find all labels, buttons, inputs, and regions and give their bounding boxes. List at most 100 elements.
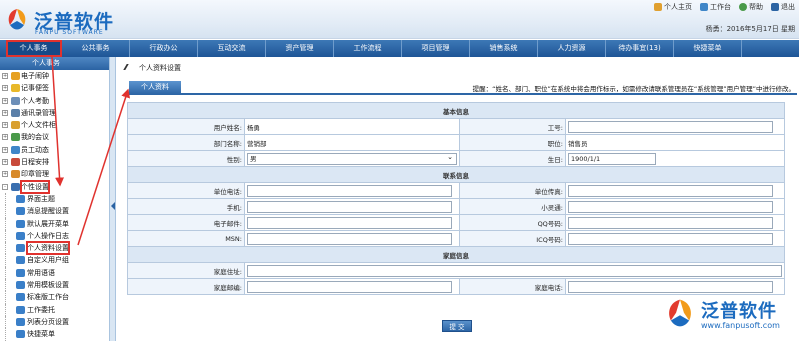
sidebar-splitter[interactable]	[110, 57, 116, 341]
expand-icon[interactable]: +	[2, 97, 8, 104]
home-addr-label: 家庭住址:	[127, 262, 245, 279]
expand-icon[interactable]: +	[2, 109, 8, 116]
nav-item[interactable]: 互动交流	[198, 40, 266, 57]
icq-field[interactable]	[568, 232, 773, 245]
tree-line	[5, 254, 6, 267]
sidebar-item[interactable]: + 电子闹钟	[0, 70, 109, 82]
birthday-label: 生日:	[459, 150, 566, 167]
sidebar-item[interactable]: + 个人文件柜	[0, 119, 109, 131]
msn-field[interactable]	[247, 232, 452, 245]
nav-item[interactable]: 人力资源	[538, 40, 606, 57]
breadcrumb: 个人资料设置	[123, 62, 181, 74]
menu-item-icon	[16, 330, 25, 339]
nav-item[interactable]: 快捷菜单	[674, 40, 742, 57]
birthday-field[interactable]: 1900/1/1	[568, 152, 656, 165]
sidebar-item[interactable]: + 通讯录管理	[0, 107, 109, 119]
home-zip-field[interactable]	[247, 280, 452, 293]
nav-item[interactable]: 待办事宜(13)	[606, 40, 674, 57]
sidebar-item[interactable]: 工作委托	[0, 303, 109, 316]
sidebar-item[interactable]: 常用模板设置	[0, 279, 109, 292]
sidebar-item[interactable]: + 员工动态	[0, 144, 109, 156]
collapse-arrow-icon[interactable]	[111, 202, 115, 210]
home-icon	[654, 3, 662, 11]
menu-item-icon	[16, 268, 25, 277]
nav-item[interactable]: 资产管理	[266, 40, 334, 57]
nav-item[interactable]: 行政办公	[130, 40, 198, 57]
sidebar-item[interactable]: 标准版工作台	[0, 291, 109, 304]
expand-icon[interactable]: +	[2, 146, 8, 153]
tab-bar: 个人资料 提醒：“姓名、部门、职位”在系统中将会用作标示，如需修改请联系管理员在…	[125, 81, 797, 95]
sidebar-item-label: 个人考勤	[21, 96, 49, 105]
sidebar-title: 个人事务	[0, 57, 109, 70]
menu-item-icon	[11, 145, 20, 154]
menu-item-icon	[11, 182, 20, 191]
sidebar-item[interactable]: 列表分页设置	[0, 315, 109, 329]
logo-mark-icon	[8, 9, 26, 30]
section-home: 家庭信息	[127, 246, 785, 263]
nav-item[interactable]: 个人事务	[6, 40, 62, 57]
sidebar-item[interactable]: 界面主题	[0, 192, 109, 206]
sidebar-item-label: 记事便签	[21, 84, 49, 93]
jobno-field[interactable]	[568, 120, 773, 133]
work-phone-label: 单位电话:	[127, 182, 245, 199]
phs-field[interactable]	[568, 200, 773, 213]
expand-icon[interactable]: +	[2, 134, 8, 141]
gender-label: 性别:	[127, 150, 245, 167]
menu-item-icon	[16, 317, 25, 326]
mobile-field[interactable]	[247, 200, 452, 213]
sidebar-item[interactable]: 自定义用户组	[0, 254, 109, 267]
qq-field[interactable]	[568, 216, 773, 229]
logout-link[interactable]: 退出	[771, 2, 795, 12]
position-label: 职位:	[459, 134, 566, 151]
expand-icon[interactable]: +	[2, 159, 8, 166]
tab-personal-info[interactable]: 个人资料	[129, 81, 181, 94]
sidebar-item[interactable]: 消息提醒设置	[0, 205, 109, 218]
menu-item-icon	[16, 219, 25, 228]
home-phone-field[interactable]	[568, 280, 773, 293]
expand-icon[interactable]: +	[2, 85, 8, 92]
sidebar-item[interactable]: + 记事便签	[0, 82, 109, 94]
sidebar-item[interactable]: + 我的会议	[0, 131, 109, 143]
collapse-icon[interactable]: -	[2, 183, 8, 190]
work-fax-field[interactable]	[568, 184, 773, 197]
nav-item[interactable]: 公共事务	[62, 40, 130, 57]
work-fax-label: 单位传真:	[459, 182, 566, 199]
nav-item[interactable]: 工作流程	[334, 40, 402, 57]
help-link[interactable]: 帮助	[739, 2, 763, 12]
sidebar-item[interactable]: + 印章管理	[0, 168, 109, 180]
sidebar-item[interactable]: 快捷菜单	[0, 328, 109, 341]
email-label: 电子邮件:	[127, 214, 245, 231]
sidebar-item[interactable]: + 个人考勤	[0, 95, 109, 107]
tree-line	[5, 192, 6, 206]
sidebar-item-label: 工作委托	[27, 305, 55, 314]
work-phone-field[interactable]	[247, 184, 452, 197]
watermark: 泛普软件 www.fanpusoft.com	[661, 295, 799, 341]
menu-item-icon	[11, 133, 20, 142]
nav-item[interactable]: 项目管理	[402, 40, 470, 57]
dept-label: 部门名称:	[127, 134, 245, 151]
sidebar-item[interactable]: 个人资料设置	[0, 241, 109, 256]
workbench-link[interactable]: 工作台	[700, 2, 731, 12]
gender-select[interactable]: 男	[247, 152, 457, 165]
sidebar-item-label: 界面主题	[27, 194, 55, 203]
home-addr-field[interactable]	[247, 264, 782, 277]
sidebar-item[interactable]: 常用语语	[0, 266, 109, 280]
email-field[interactable]	[247, 216, 452, 229]
submit-button[interactable]: 提 交	[442, 320, 472, 332]
sidebar-item[interactable]: 个人操作日志	[0, 229, 109, 243]
sidebar-item-label: 我的会议	[21, 133, 49, 142]
sidebar-item[interactable]: - 个性设置	[0, 179, 109, 194]
expand-icon[interactable]: +	[2, 171, 8, 178]
sidebar-item-label: 常用语语	[27, 268, 55, 277]
sidebar-item[interactable]: 默认展开菜单	[0, 217, 109, 230]
nav-item[interactable]: 销售系统	[470, 40, 538, 57]
home-link[interactable]: 个人主页	[654, 2, 692, 12]
logo-text-en: FANPU SOFTWARE	[35, 29, 104, 36]
menu-item-icon	[11, 121, 20, 130]
expand-icon[interactable]: +	[2, 73, 8, 79]
sidebar-item[interactable]: + 日程安排	[0, 156, 109, 168]
user-date-line: 杨勇：2016年5月17日 星期	[705, 25, 795, 33]
expand-icon[interactable]: +	[2, 122, 8, 129]
main-panel: 个人资料设置 个人资料 提醒：“姓名、部门、职位”在系统中将会用作标示，如需修改…	[117, 57, 799, 341]
sidebar-item-label: 标准版工作台	[27, 293, 69, 302]
